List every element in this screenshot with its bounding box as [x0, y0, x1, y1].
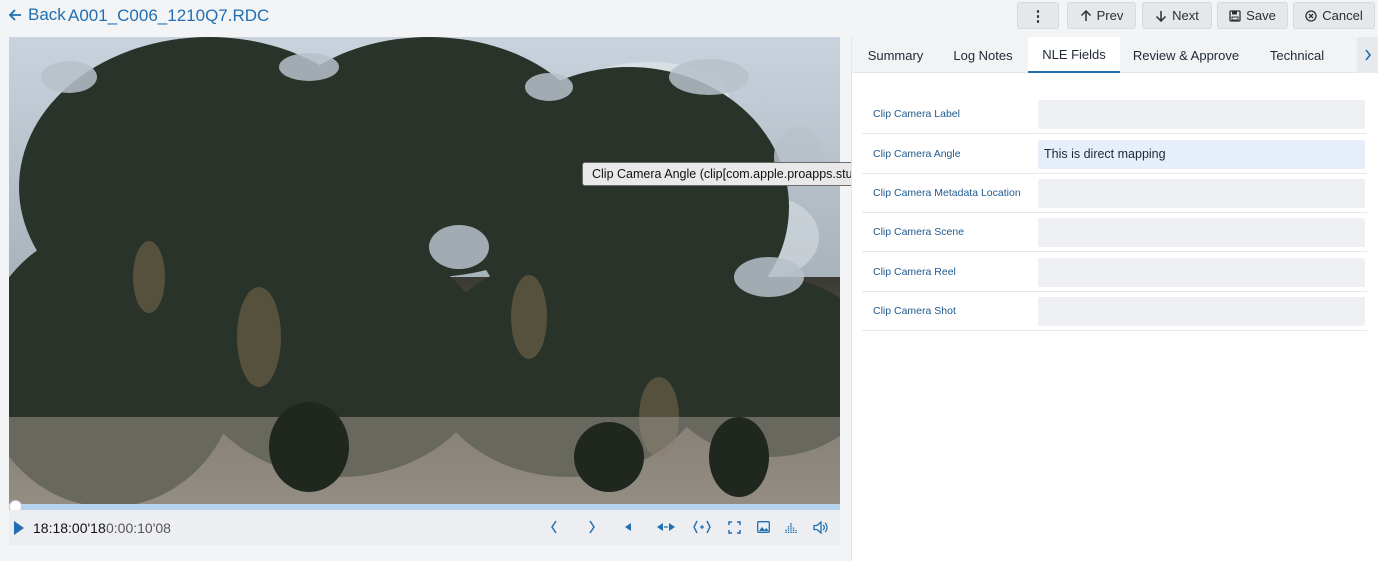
close-circle-icon — [1305, 9, 1317, 22]
arrow-up-icon — [1080, 9, 1091, 21]
play-icon[interactable] — [14, 521, 24, 535]
clip-camera-shot-input[interactable] — [1038, 297, 1365, 326]
current-timecode: 18:18:00'18 — [33, 520, 106, 536]
tabs-scroll-right-button[interactable] — [1357, 37, 1378, 73]
arrow-down-icon — [1156, 10, 1167, 22]
field-label: Clip Camera Reel — [873, 266, 956, 278]
tab-technical[interactable]: Technical — [1252, 37, 1342, 73]
clip-camera-scene-input[interactable] — [1038, 218, 1365, 247]
volume-icon[interactable] — [811, 518, 829, 536]
clip-camera-reel-input[interactable] — [1038, 258, 1365, 287]
more-vertical-icon: ⋮ — [1030, 7, 1046, 25]
tab-log-notes[interactable]: Log Notes — [939, 37, 1027, 73]
field-label: Clip Camera Angle — [873, 148, 961, 160]
clip-camera-angle-input[interactable]: This is direct mapping — [1038, 140, 1365, 169]
field-row: Clip Camera Shot — [862, 292, 1367, 331]
more-options-button[interactable]: ⋮ — [1017, 2, 1059, 29]
audio-meter-icon[interactable] — [782, 518, 800, 536]
page-title: A001_C006_1210Q7.RDC — [68, 6, 270, 25]
player-controls: 18:18:00'18 0:00:10'08 — [9, 510, 840, 545]
back-button[interactable]: Back — [8, 5, 66, 25]
video-frame[interactable] — [9, 37, 840, 504]
cancel-button[interactable]: Cancel — [1293, 2, 1375, 29]
prev-button[interactable]: Prev — [1067, 2, 1136, 29]
mark-out-icon[interactable] — [583, 518, 601, 536]
cancel-label: Cancel — [1322, 8, 1363, 23]
clip-camera-metadata-location-input[interactable] — [1038, 179, 1365, 208]
save-icon — [1229, 9, 1241, 22]
next-label: Next — [1172, 8, 1199, 23]
field-label: Clip Camera Metadata Location — [873, 187, 1021, 199]
fullscreen-icon[interactable] — [725, 518, 743, 536]
mark-in-icon[interactable] — [545, 518, 563, 536]
field-row: Clip Camera Angle This is direct mapping — [862, 135, 1367, 174]
top-bar: Back A001_C006_1210Q7.RDC ⋮ Prev Next Sa… — [0, 0, 1378, 34]
field-row: Clip Camera Scene — [862, 213, 1367, 252]
duration-timecode: 0:00:10'08 — [106, 520, 171, 536]
prev-label: Prev — [1096, 8, 1124, 23]
save-label: Save — [1246, 8, 1276, 23]
go-to-marks-icon[interactable] — [653, 518, 679, 536]
tab-bar: Summary Log Notes NLE Fields Review & Ap… — [852, 37, 1378, 73]
field-row: Clip Camera Metadata Location — [862, 174, 1367, 213]
video-image — [9, 37, 840, 504]
field-row: Clip Camera Label — [862, 95, 1367, 134]
field-label: Clip Camera Label — [873, 108, 960, 120]
arrow-left-icon — [8, 9, 21, 21]
play-in-out-icon[interactable] — [691, 518, 713, 536]
save-button[interactable]: Save — [1217, 2, 1288, 29]
tab-summary[interactable]: Summary — [852, 37, 939, 73]
image-icon[interactable] — [754, 518, 772, 536]
field-label: Clip Camera Shot — [873, 305, 956, 317]
tab-review-approve[interactable]: Review & Approve — [1120, 37, 1252, 73]
field-row: Clip Camera Reel — [862, 253, 1367, 292]
step-back-icon[interactable] — [619, 518, 637, 536]
tab-nle-fields[interactable]: NLE Fields — [1028, 37, 1120, 73]
back-label: Back — [28, 5, 66, 24]
chevron-right-icon — [1365, 49, 1372, 61]
next-button[interactable]: Next — [1142, 2, 1212, 29]
clip-camera-label-input[interactable] — [1038, 100, 1365, 129]
field-label: Clip Camera Scene — [873, 226, 965, 238]
metadata-panel: Summary Log Notes NLE Fields Review & Ap… — [851, 37, 1378, 561]
